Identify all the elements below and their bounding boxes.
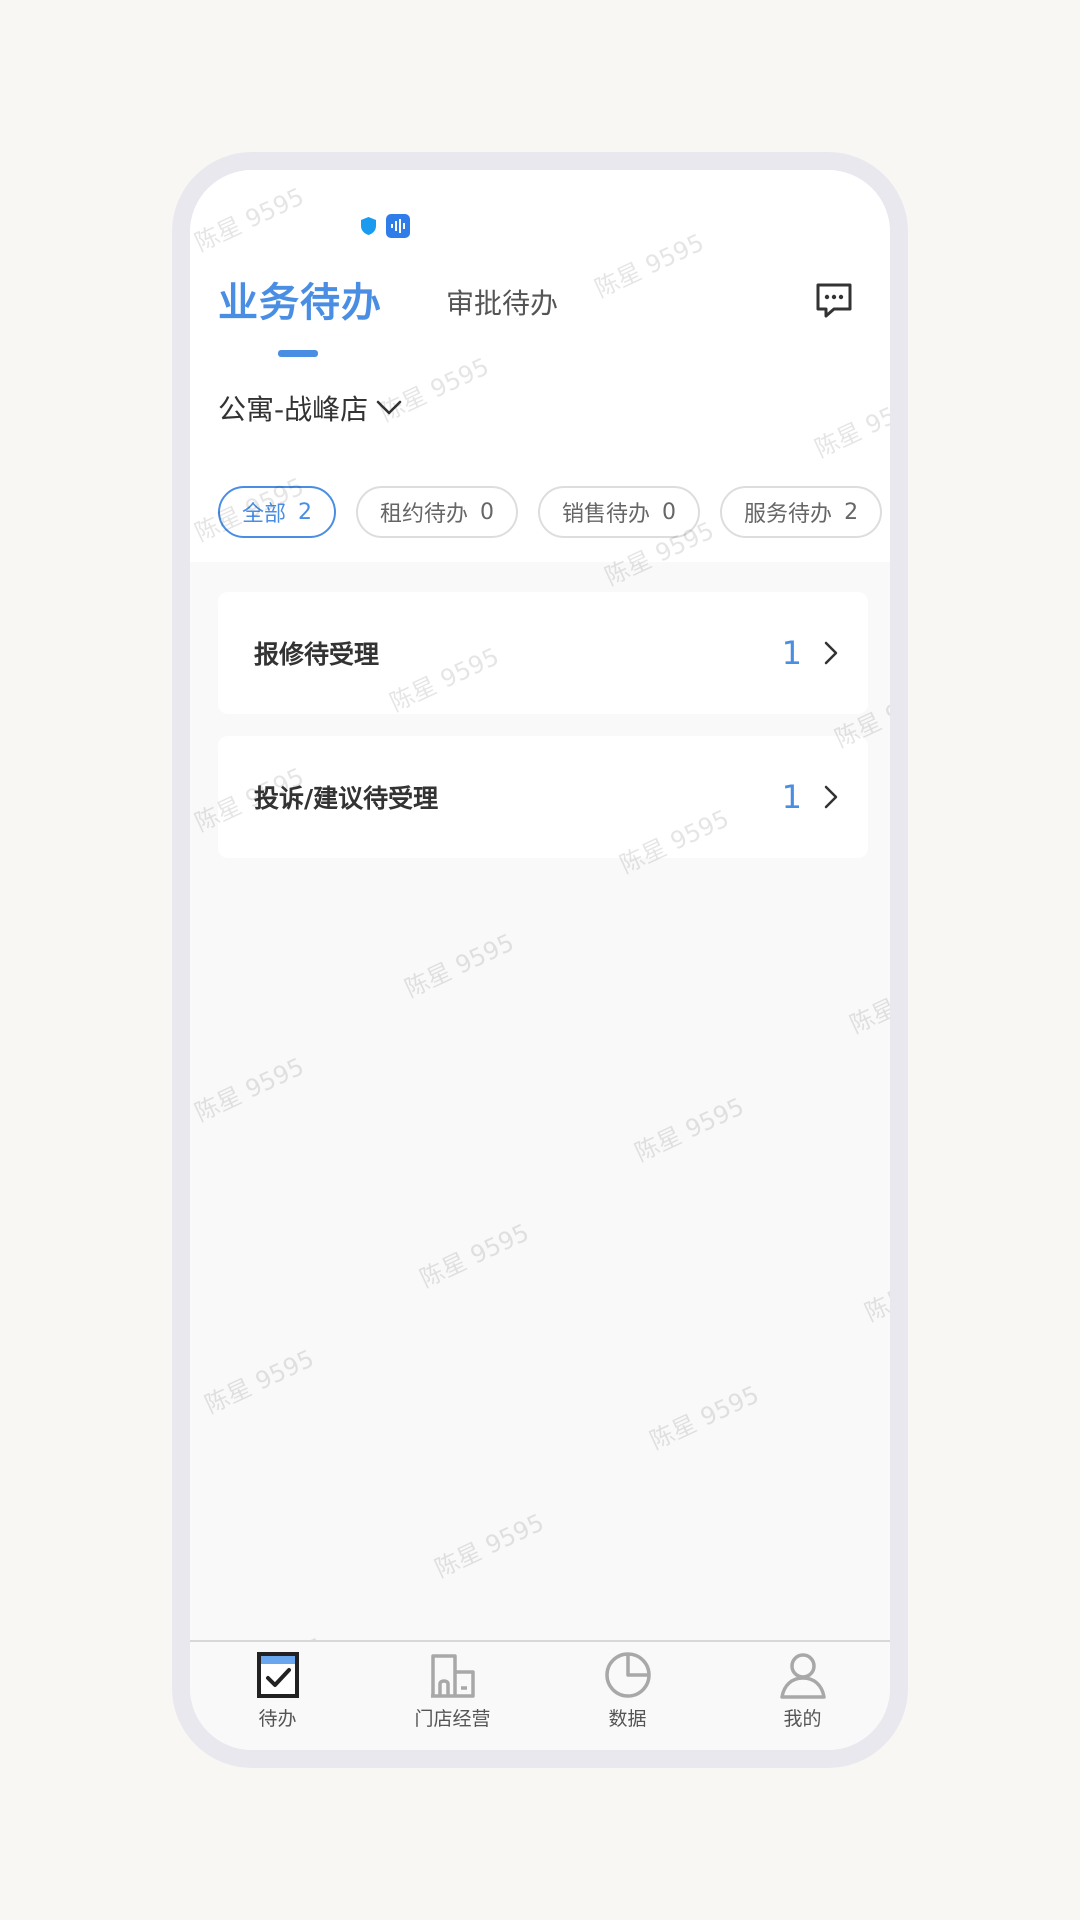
message-icon[interactable]: [814, 280, 854, 320]
tab-approval-todo[interactable]: 审批待办: [446, 282, 558, 322]
todo-check-icon: [256, 1652, 299, 1698]
shield-icon: [361, 217, 376, 235]
watermark: 陈星 9595: [430, 1508, 549, 1584]
chip-count: 0: [662, 499, 677, 525]
tab-business-todo[interactable]: 业务待办: [218, 270, 382, 328]
phone-frame: 业务待办 审批待办 公寓-战峰店 全部 2 租约待办 0 销售待办 0 服务待办…: [172, 152, 908, 1768]
task-card-repair[interactable]: 报修待受理 1: [218, 592, 868, 714]
header-area: 业务待办 审批待办 公寓-战峰店 全部 2 租约待办 0 销售待办 0 服务待办…: [190, 170, 890, 562]
store-selector[interactable]: 公寓-战峰店: [218, 388, 402, 428]
chevron-right-icon: [824, 641, 838, 665]
watermark: 陈星 9595: [630, 1092, 749, 1168]
nav-label: 门店经营: [414, 1708, 491, 1730]
task-count: 1: [781, 778, 802, 816]
nav-item-todo[interactable]: 待办: [190, 1642, 365, 1750]
watermark: 陈星 9595: [400, 928, 519, 1004]
chip-label: 服务待办: [744, 502, 833, 527]
filter-chip-sales[interactable]: 销售待办 0: [538, 486, 701, 538]
nav-item-data[interactable]: 数据: [540, 1642, 715, 1750]
chip-label: 销售待办: [562, 502, 651, 527]
task-label: 报修待受理: [254, 640, 380, 669]
chevron-right-icon: [824, 785, 838, 809]
task-label: 投诉/建议待受理: [254, 784, 439, 813]
chevron-down-icon: [376, 400, 402, 415]
filter-chips: 全部 2 租约待办 0 销售待办 0 服务待办 2: [218, 486, 883, 538]
task-count: 1: [781, 634, 802, 672]
bottom-nav: 待办 门店经营 数据 我的: [190, 1640, 890, 1750]
watermark: 陈星 9595: [190, 1052, 309, 1128]
status-bar-icons: [360, 214, 410, 238]
watermark: 陈星 9595: [860, 1252, 908, 1328]
building-icon: [430, 1654, 475, 1698]
chip-count: 2: [298, 499, 313, 525]
watermark: 陈星 9595: [845, 964, 908, 1040]
filter-chip-all[interactable]: 全部 2: [218, 486, 337, 538]
filter-chip-lease[interactable]: 租约待办 0: [356, 486, 519, 538]
chip-label: 全部: [242, 502, 287, 527]
chip-label: 租约待办: [380, 502, 469, 527]
nav-label: 我的: [783, 1708, 822, 1730]
chip-count: 2: [844, 499, 859, 525]
watermark: 陈星 9595: [415, 1218, 534, 1294]
active-tab-indicator: [278, 350, 318, 357]
person-icon: [779, 1653, 826, 1699]
watermark: 陈星 9595: [200, 1344, 319, 1420]
store-name: 公寓-战峰店: [218, 393, 369, 426]
watermark: 陈星 9595: [645, 1380, 764, 1456]
voice-assistant-icon: [386, 214, 410, 238]
nav-item-mine[interactable]: 我的: [715, 1642, 890, 1750]
pie-chart-icon: [604, 1652, 651, 1698]
chip-count: 0: [480, 499, 495, 525]
nav-label: 数据: [608, 1708, 647, 1730]
filter-chip-service[interactable]: 服务待办 2: [720, 486, 883, 538]
nav-item-store-ops[interactable]: 门店经营: [365, 1642, 540, 1750]
nav-label: 待办: [258, 1708, 297, 1730]
app-screen: 业务待办 审批待办 公寓-战峰店 全部 2 租约待办 0 销售待办 0 服务待办…: [190, 170, 890, 1750]
task-card-complaint[interactable]: 投诉/建议待受理 1: [218, 736, 868, 858]
